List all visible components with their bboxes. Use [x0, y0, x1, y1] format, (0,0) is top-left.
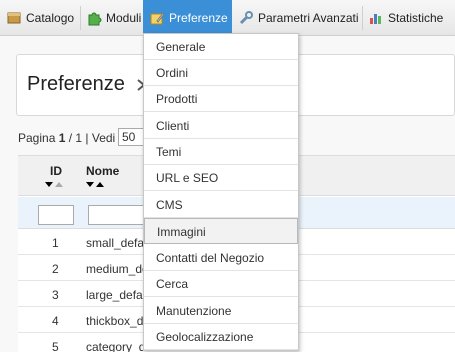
menu-preferenze[interactable]: Preferenze: [143, 0, 232, 36]
menu-item-generale[interactable]: Generale: [144, 34, 298, 60]
sort-asc-icon[interactable]: [55, 182, 63, 187]
row-id: 3: [52, 288, 59, 302]
preferences-icon: [149, 10, 165, 26]
menu-divider: [362, 6, 363, 30]
menu-parametri-avanzati[interactable]: Parametri Avanzati: [238, 0, 359, 36]
menu-item-cerca[interactable]: Cerca: [144, 271, 298, 297]
menu-item-temi[interactable]: Temi: [144, 139, 298, 165]
wrench-icon: [238, 10, 254, 26]
row-name: medium_de: [86, 262, 149, 276]
column-name-header: Nome: [86, 164, 120, 178]
menu-statistiche-label: Statistiche: [388, 11, 444, 25]
row-name: small_defa: [86, 236, 145, 250]
sort-desc-icon[interactable]: [86, 182, 94, 187]
sort-desc-icon[interactable]: [45, 182, 53, 187]
menu-statistiche[interactable]: Statistiche: [368, 0, 443, 36]
menu-divider: [80, 6, 81, 30]
row-name: large_defa: [86, 288, 143, 302]
row-name: category_d: [86, 340, 146, 352]
page-title: Preferenze: [27, 73, 125, 95]
row-id: 5: [52, 340, 59, 352]
sort-asc-icon[interactable]: [96, 182, 104, 187]
menu-preferenze-label: Preferenze: [169, 11, 228, 25]
menu-item-clienti[interactable]: Clienti: [144, 113, 298, 139]
top-menubar: Catalogo Moduli Preferenze Parametri Ava…: [0, 0, 455, 36]
menu-item-contatti[interactable]: Contatti del Negozio: [144, 245, 298, 271]
menu-item-immagini[interactable]: Immagini: [144, 218, 298, 244]
catalog-icon: [6, 10, 22, 26]
pagination: Pagina 1 / 1 | Vedi: [18, 131, 115, 145]
menu-moduli-label: Moduli: [106, 11, 142, 25]
menu-parametri-label: Parametri Avanzati: [258, 11, 359, 25]
preferenze-dropdown-menu: Generale Ordini Prodotti Clienti Temi UR…: [143, 33, 299, 351]
menu-item-ordini[interactable]: Ordini: [144, 60, 298, 86]
menu-item-manutenzione[interactable]: Manutenzione: [144, 298, 298, 324]
menu-item-cms[interactable]: CMS: [144, 192, 298, 218]
puzzle-icon: [86, 10, 102, 26]
row-name: thickbox_d: [86, 314, 144, 328]
menu-moduli[interactable]: Moduli: [86, 0, 141, 36]
per-page-select[interactable]: 50: [118, 128, 144, 146]
row-id: 2: [52, 262, 59, 276]
menu-item-url-seo[interactable]: URL e SEO: [144, 165, 298, 191]
row-id: 1: [52, 236, 59, 250]
row-id: 4: [52, 314, 59, 328]
chart-icon: [368, 10, 384, 26]
filter-id-input[interactable]: [38, 205, 74, 225]
menu-catalogo-label: Catalogo: [26, 11, 75, 25]
menu-item-geolocalizzazione[interactable]: Geolocalizzazione: [144, 324, 298, 350]
menu-catalogo[interactable]: Catalogo: [6, 0, 74, 36]
pager-label: Pagina: [18, 131, 59, 145]
pager-total: / 1 | Vedi: [65, 131, 116, 145]
menu-item-prodotti[interactable]: Prodotti: [144, 86, 298, 112]
column-id-header: ID: [50, 164, 62, 178]
